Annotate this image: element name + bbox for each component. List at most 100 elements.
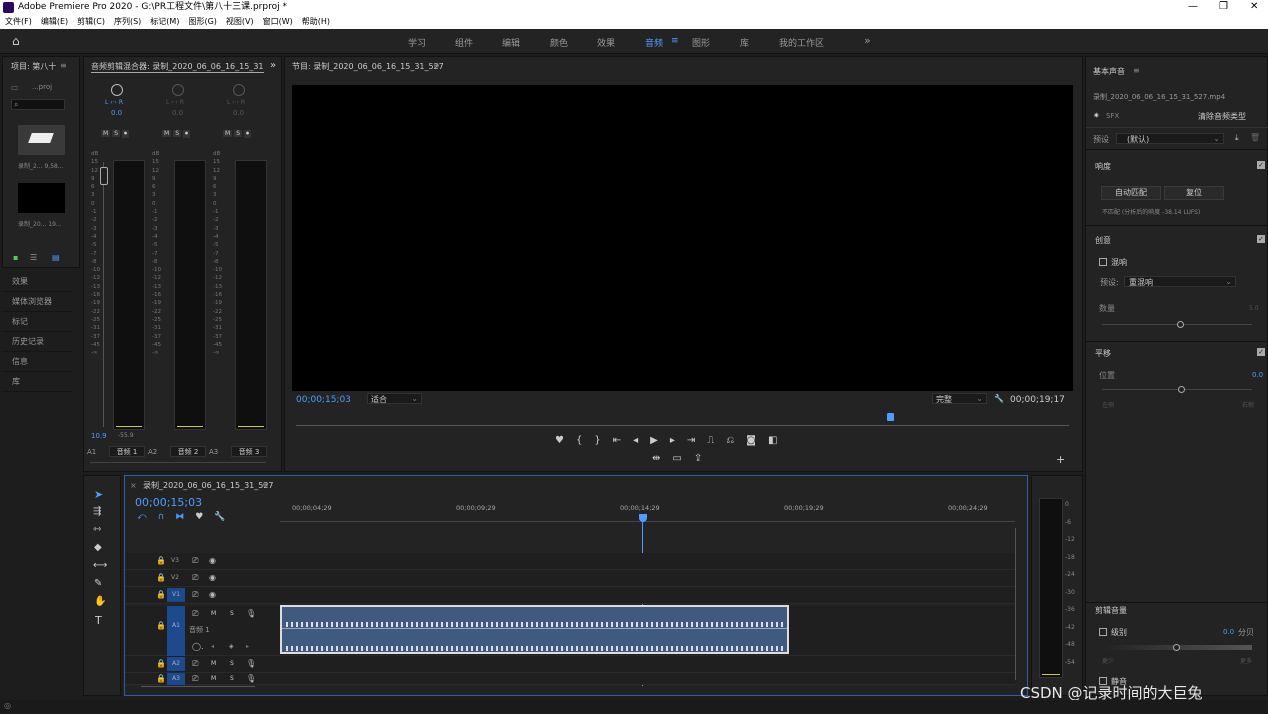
clip-name-1[interactable]: 录制_2... 9,58... [18,161,64,170]
project-search-input[interactable]: ⌕ [11,99,65,110]
new-item-icon[interactable]: ▪ [13,253,18,262]
play-icon[interactable]: ▶ [650,435,670,446]
go-to-out-icon[interactable]: ⇥ [687,435,707,446]
icon-view-icon[interactable]: ▤ [52,253,60,262]
track-label[interactable]: A1 [167,606,185,656]
pan-section[interactable]: 平移 [1095,348,1111,359]
workspace-assembly[interactable]: 组件 [455,36,473,49]
workspace-graphics[interactable]: 图形 [692,36,710,49]
pan-checkbox[interactable]: ✓ [1257,348,1265,356]
mark-in-icon[interactable]: { [576,435,594,446]
position-value[interactable]: 0.0 [1252,371,1263,379]
microphone-icon[interactable]: 🎙 [246,609,256,618]
clip-volume-section[interactable]: 剪辑音量 [1095,605,1127,616]
audio-clip[interactable] [280,605,789,654]
channel-name[interactable]: 音频 3 [231,446,267,457]
menu-help[interactable]: 帮助(H) [302,15,330,29]
linked-selection-icon[interactable]: ⧓ [175,512,195,522]
track-label[interactable]: A2 [167,657,185,671]
timeline-playhead-handle[interactable] [639,514,647,522]
workspace-menu-icon[interactable]: ≡ [671,36,679,46]
add-button-icon[interactable]: + [1056,453,1065,466]
menu-window[interactable]: 窗口(W) [263,15,293,29]
type-tool-icon[interactable]: T [95,614,102,627]
menu-marker[interactable]: 标记(M) [150,15,179,29]
horizontal-scrollbar[interactable] [141,686,255,687]
menu-edit[interactable]: 编辑(E) [41,15,68,29]
eye-icon[interactable]: ◉ [209,556,216,565]
mixer-scrollbar[interactable] [90,462,266,463]
mute-button[interactable]: M [223,130,233,137]
prev-keyframe-icon[interactable]: ◂ [211,643,214,650]
wrench-icon[interactable]: 🔧 [994,394,1004,403]
camera-icon[interactable]: ◙ [746,435,768,446]
program-title[interactable]: 节目: 录制_2020_06_06_16_15_31_527 [292,61,444,72]
lock-icon[interactable]: 🔒 [156,556,166,565]
home-icon[interactable]: ⌂ [12,34,20,48]
quality-dropdown[interactable]: 完整 ⌄ [932,393,987,404]
pan-knob[interactable] [111,84,123,96]
clip-thumbnail[interactable] [18,125,65,155]
fit-dropdown[interactable]: 适合 ⌄ [367,393,422,404]
sync-lock-icon[interactable]: ⎚ [192,556,198,566]
pan-value[interactable]: 0.0 [111,109,122,117]
panel-effects[interactable]: 效果 [2,272,72,292]
panel-media-browser[interactable]: 媒体浏览器 [2,292,72,312]
list-view-icon[interactable]: ☰ [30,253,37,262]
workspace-custom[interactable]: 我的工作区 [779,36,824,49]
workspace-libraries[interactable]: 库 [740,36,749,49]
timeline-timecode[interactable]: 00;00;15;03 [135,496,202,509]
solo-button[interactable]: S [234,130,242,137]
panel-markers[interactable]: 标记 [2,312,72,332]
more-workspaces-icon[interactable]: » [864,34,871,47]
workspace-color[interactable]: 颜色 [550,36,568,49]
slip-tool-icon[interactable]: ⟷ [93,560,107,571]
snap-icon[interactable]: ∩ [158,512,176,522]
trim-icon[interactable]: ⇹ [652,453,672,464]
menu-sequence[interactable]: 序列(S) [114,15,141,29]
track-label[interactable]: A3 [167,673,185,685]
mute-button[interactable]: M [162,130,172,137]
level-checkbox[interactable] [1099,628,1107,636]
reset-button[interactable]: 复位 [1164,186,1224,200]
amount-slider-thumb[interactable] [1177,321,1184,328]
program-timeline-bar[interactable] [296,425,1069,426]
maximize-icon[interactable]: ❐ [1219,0,1228,14]
marker-icon[interactable]: ♥ [555,435,576,446]
time-ruler[interactable]: 00;00;04;29 00;00;09;29 00;00;14;29 00;0… [280,504,1015,522]
workspace-learn[interactable]: 学习 [408,36,426,49]
pan-knob[interactable] [172,84,184,96]
timeline-tab[interactable]: 录制_2020_06_06_16_15_31_527 [143,480,274,491]
solo-button[interactable]: S [112,130,120,137]
position-slider[interactable] [1102,389,1252,390]
safe-margins-icon[interactable]: ▭ [672,453,693,464]
creative-checkbox[interactable]: ✓ [1257,235,1265,243]
selection-tool-icon[interactable]: ➤ [94,488,103,501]
loudness-section[interactable]: 响度 [1095,161,1111,172]
position-slider-thumb[interactable] [1178,386,1185,393]
menu-graphics[interactable]: 图形(G) [188,15,216,29]
mark-out-icon[interactable]: } [594,435,612,446]
sync-lock-icon[interactable]: ⎚ [192,590,198,600]
next-keyframe-icon[interactable]: ▸ [246,643,249,650]
workspace-editing[interactable]: 编辑 [502,36,520,49]
close-icon[interactable]: ✕ [1250,0,1258,14]
workspace-effects[interactable]: 效果 [597,36,615,49]
nest-icon[interactable]: ⤺ [137,512,158,522]
panel-menu-icon[interactable]: ≡ [262,480,269,489]
lock-icon[interactable]: 🔒 [156,573,166,582]
timeline-settings-icon[interactable]: 🔧 [214,512,236,522]
delete-preset-icon[interactable]: 🗑 [1250,133,1260,142]
solo-button[interactable]: S [173,130,181,137]
reverb-checkbox[interactable] [1099,258,1107,266]
lock-icon[interactable]: 🔒 [156,674,166,683]
panel-menu-icon[interactable]: ≡ [60,61,67,70]
mixer-title[interactable]: 音频剪辑混合器: 录制_2020_06_06_16_15_31 [91,61,264,73]
video-preview[interactable] [292,85,1073,391]
step-forward-icon[interactable]: ▸ [670,435,687,446]
extract-icon[interactable]: ⎌ [726,435,746,446]
mute-button[interactable]: M [101,130,111,137]
reverb-preset-dropdown[interactable]: 重混响 ⌄ [1124,276,1236,287]
level-value[interactable]: 0.0 [1223,628,1234,636]
sync-lock-icon[interactable]: ⎚ [192,573,198,583]
